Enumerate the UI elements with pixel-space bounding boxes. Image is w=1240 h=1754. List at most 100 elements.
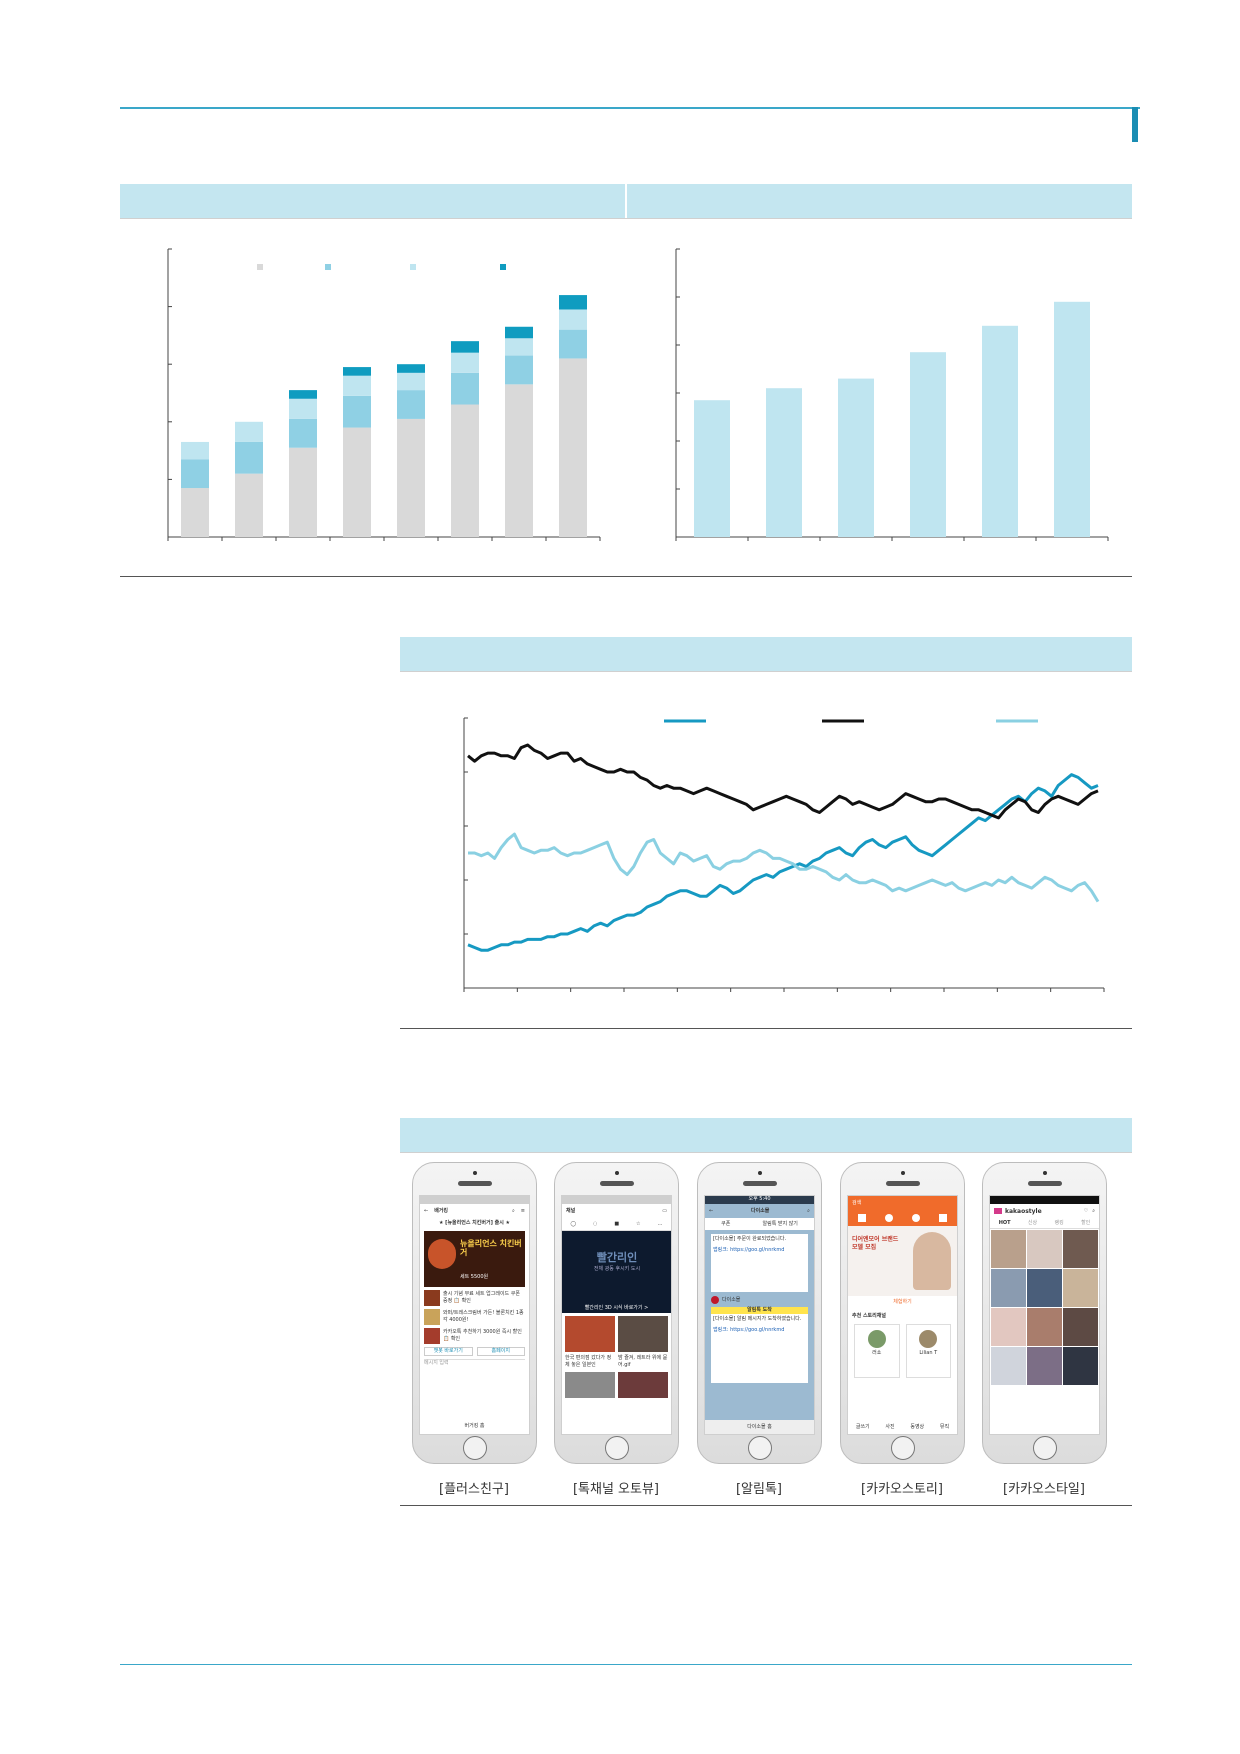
phone-screen: 오후 5:40 ← 다이소몰 ⌕ 쿠폰 알림톡 받지 않기 [다이소몰] 주문이…	[704, 1195, 815, 1435]
thumb-image-2[interactable]	[618, 1316, 668, 1352]
style-photo[interactable]	[1027, 1269, 1062, 1307]
alim-title: 다이소몰	[750, 1207, 770, 1214]
video-caption[interactable]: 빨간리인 3D 시식 바로가기 >	[562, 1304, 671, 1311]
list-item[interactable]: 와퍼/트레스크림버 가든! 블론치킨 1종 각 4000원!	[424, 1309, 525, 1325]
style-photo[interactable]	[1027, 1230, 1062, 1268]
search-icon[interactable]: ⌕	[1092, 1208, 1095, 1215]
list-item[interactable]: 출시 기념 무료 세트 업그레이드 쿠폰 증정 📋 확인	[424, 1290, 525, 1306]
friend-card-2[interactable]: Lilian T	[905, 1324, 951, 1378]
bar	[766, 388, 802, 537]
style-photo[interactable]	[991, 1269, 1026, 1307]
list-item-text: 와퍼/트레스크림버 가든! 블론치킨 1종 각 4000원!	[443, 1310, 524, 1323]
tab-hot[interactable]: HOT	[999, 1220, 1011, 1227]
style-photo[interactable]	[1063, 1347, 1098, 1385]
thumb-image-3[interactable]	[565, 1372, 615, 1398]
list-item[interactable]: 카카오톡 추천하기 3000원 즉시 할인 📋 확인	[424, 1328, 525, 1344]
alim-link-2[interactable]: 앱링크: https://goo.gl/nnrkmd	[711, 1325, 808, 1336]
phone-kakaostory: 검색 디어엔모어 브랜드 모델 모집 체험하기 추천 스토리채널 러쇼 Lili…	[840, 1162, 965, 1464]
heart-icon[interactable]: ♡	[1084, 1208, 1088, 1215]
plus-banner[interactable]: 뉴올리언스 치킨버거 세트 5500원	[424, 1231, 525, 1287]
phone-camera	[758, 1171, 762, 1175]
section-rule-2	[400, 1028, 1132, 1029]
alim-home-link[interactable]: 다이소몰 홈	[705, 1420, 814, 1434]
line-chart	[463, 717, 1105, 992]
legend-swatch	[325, 264, 331, 270]
style-photo[interactable]	[1063, 1230, 1098, 1268]
bar-segment	[397, 372, 425, 391]
bar-segment	[289, 398, 317, 419]
tab-new[interactable]: 신상	[1028, 1220, 1037, 1227]
friend-avatar-2	[919, 1330, 938, 1348]
bar-segment	[559, 329, 587, 359]
phone-camera	[473, 1171, 477, 1175]
style-photo[interactable]	[991, 1308, 1026, 1346]
model-image	[913, 1232, 951, 1290]
more-icon[interactable]: …	[657, 1221, 662, 1228]
phone-screen: 채널 ▭ ◯ ◌ ■ ☆ … 빨간리인 전체 광동 후시키 도시 빨간리인 3D…	[561, 1195, 672, 1435]
story-search[interactable]: 검색	[852, 1200, 861, 1207]
channel-title: 채널	[566, 1207, 576, 1214]
style-photo[interactable]	[1027, 1347, 1062, 1385]
alim-message-1: [다이소몰] 주문이 완료되었습니다. 앱링크: https://goo.gl/…	[711, 1234, 808, 1292]
home-button	[748, 1436, 772, 1460]
block-tab[interactable]: 알림톡 받지 않기	[763, 1221, 798, 1228]
thumb-image-4[interactable]	[618, 1372, 668, 1398]
caption-plus-friend: [플러스친구]	[439, 1482, 509, 1497]
bar	[838, 378, 874, 537]
status-bar: 오후 5:40	[705, 1196, 814, 1204]
style-photo[interactable]	[991, 1347, 1026, 1385]
bar-segment	[343, 367, 371, 376]
thumb-image-1[interactable]	[565, 1316, 615, 1352]
phone-speaker	[600, 1181, 634, 1186]
back-icon[interactable]: ←	[424, 1208, 428, 1215]
alim-link-1[interactable]: 앱링크: https://goo.gl/nnrkmd	[711, 1245, 808, 1256]
series-line	[468, 832, 1100, 903]
photo-tab[interactable]: 사진	[885, 1424, 894, 1431]
story-ad-button[interactable]: 체험하기	[848, 1296, 957, 1309]
search-icon[interactable]: ⌕	[512, 1208, 515, 1215]
chat-icon[interactable]: ◌	[593, 1221, 597, 1228]
channel-icon[interactable]: ■	[614, 1221, 619, 1228]
back-icon[interactable]: ←	[709, 1208, 713, 1215]
message-input[interactable]: 메시지 입력	[424, 1359, 525, 1367]
bar-segment	[235, 441, 263, 474]
search-icon[interactable]: ⌕	[807, 1208, 810, 1215]
phone-screen: ← 배거킹 ⌕ ≡ ★ [뉴올리언스 치킨버거] 출시 ★ 뉴올리언스 치킨버거…	[419, 1195, 530, 1435]
phone-speaker	[458, 1181, 492, 1186]
notice-icon[interactable]	[912, 1214, 921, 1222]
bar-segment	[397, 390, 425, 419]
chatbot-button[interactable]: 챗봇 바로가기	[424, 1347, 473, 1356]
write-tab[interactable]: 글쓰기	[856, 1424, 870, 1431]
bar-segment	[451, 341, 479, 353]
star-icon[interactable]: ☆	[636, 1221, 640, 1228]
music-tab[interactable]: 뮤직	[940, 1424, 949, 1431]
bar-segment	[235, 473, 263, 537]
style-photo[interactable]	[1063, 1308, 1098, 1346]
sender-avatar	[711, 1296, 719, 1304]
friend-card-1[interactable]: 러쇼	[854, 1324, 900, 1378]
homepage-button[interactable]: 홈페이지	[476, 1347, 525, 1356]
video-title: 빨간리인	[596, 1251, 638, 1264]
bar	[910, 352, 946, 537]
feed-icon[interactable]	[857, 1214, 866, 1222]
tab-rank[interactable]: 랭킹	[1055, 1220, 1064, 1227]
bar-segment	[505, 384, 533, 537]
menu-icon[interactable]: ≡	[521, 1208, 525, 1215]
tab-sale[interactable]: 할인	[1081, 1220, 1090, 1227]
coupon-tab[interactable]: 쿠폰	[721, 1221, 730, 1228]
tv-icon[interactable]: ▭	[662, 1208, 667, 1215]
phone-camera	[1043, 1171, 1047, 1175]
style-photo[interactable]	[991, 1230, 1026, 1268]
video-tab[interactable]: 동영상	[910, 1424, 924, 1431]
person-icon[interactable]: ◯	[570, 1221, 576, 1228]
autoplay-video[interactable]: 빨간리인 전체 광동 후시키 도시 빨간리인 3D 시식 바로가기 >	[562, 1231, 671, 1313]
more-icon[interactable]	[939, 1214, 948, 1222]
style-photo[interactable]	[1027, 1308, 1062, 1346]
style-photo[interactable]	[1063, 1269, 1098, 1307]
plus-home-link[interactable]: 버거킹 홈	[420, 1423, 529, 1430]
section-rule-3	[400, 1505, 1132, 1506]
story-ad[interactable]: 디어엔모어 브랜드 모델 모집	[848, 1226, 957, 1296]
profile-icon[interactable]	[884, 1214, 893, 1222]
video-subtitle: 전체 광동 후시키 도시	[593, 1266, 641, 1272]
bar-segment	[289, 390, 317, 399]
